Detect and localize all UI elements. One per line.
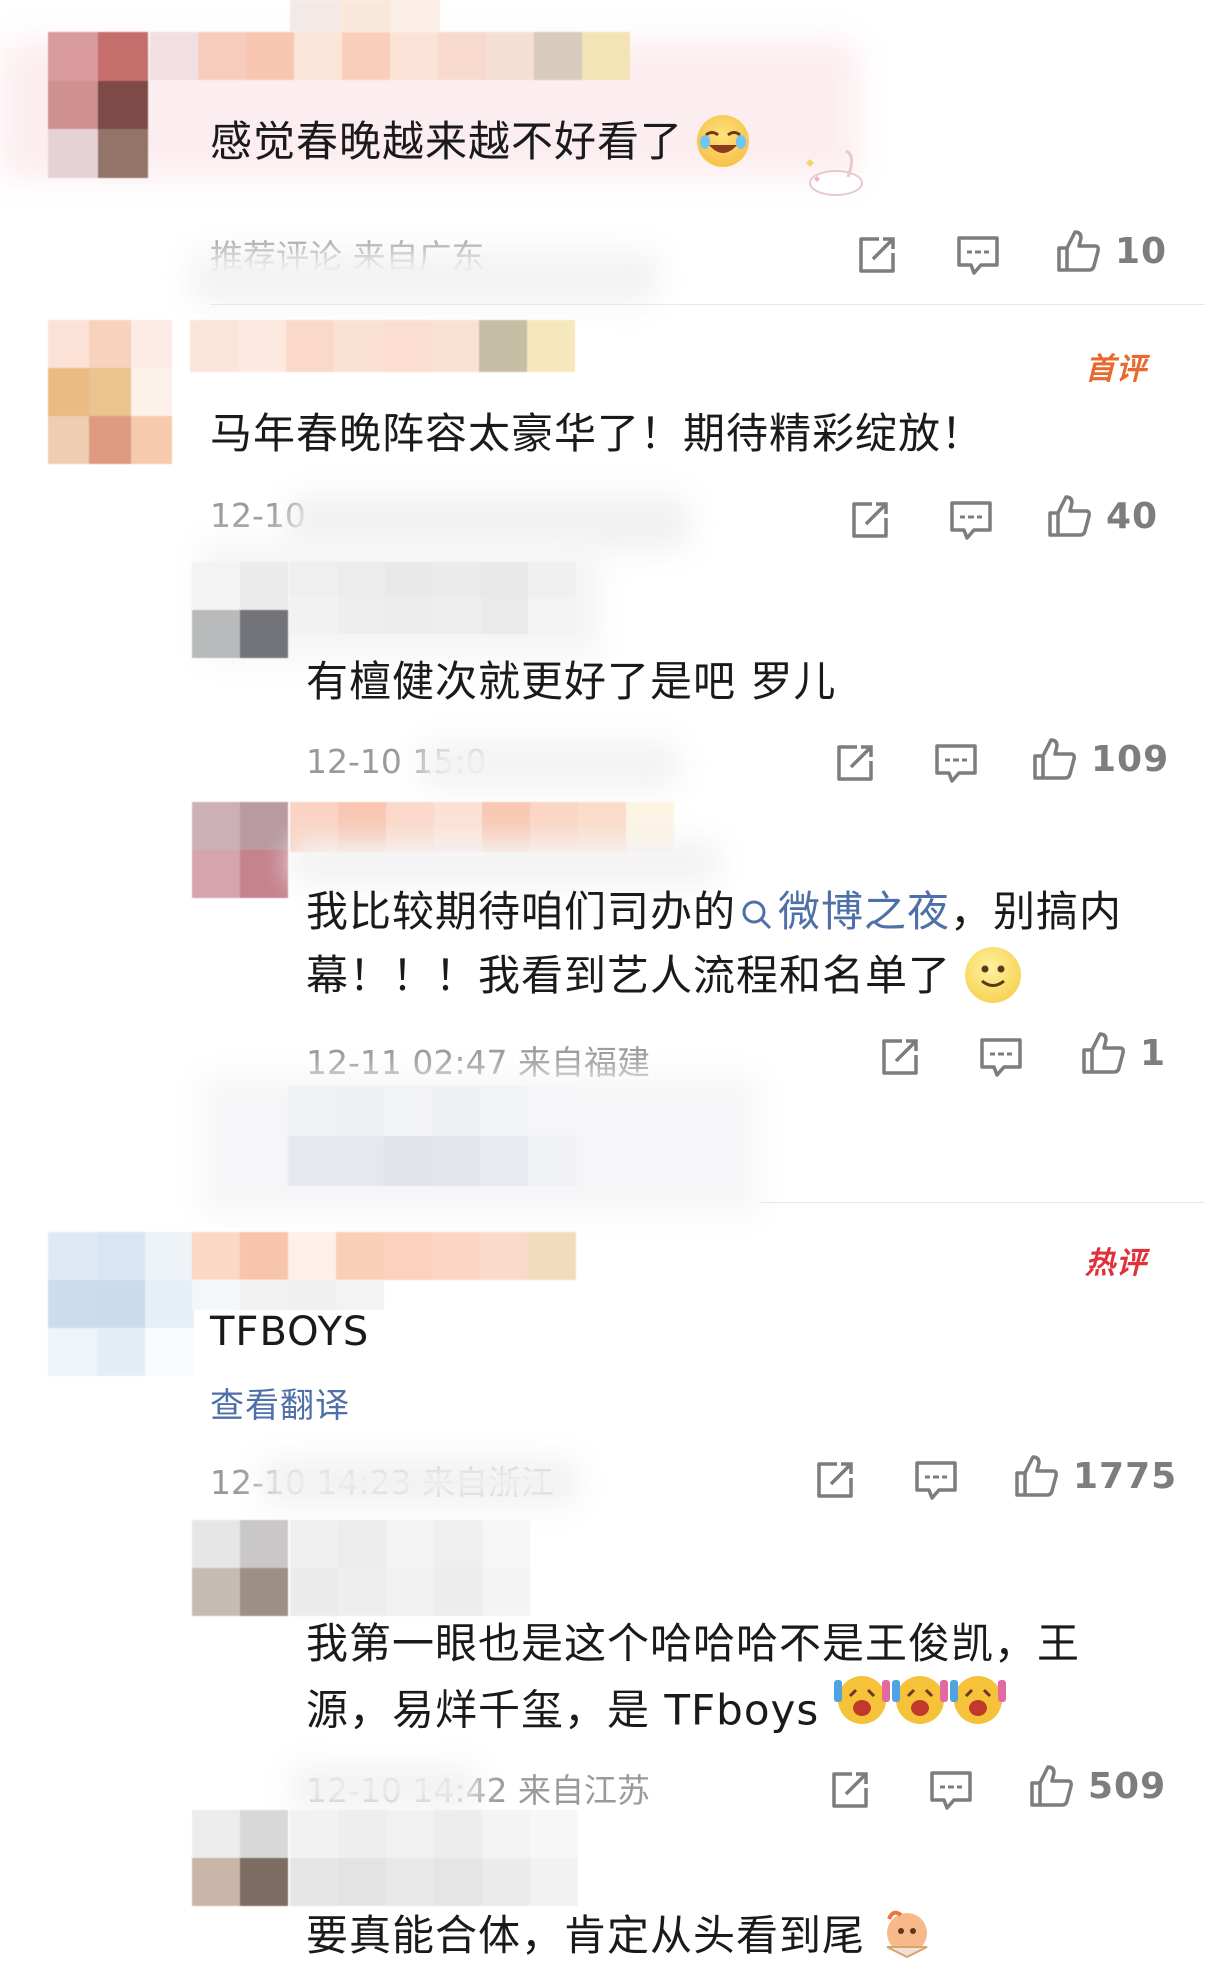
like-icon [1033,738,1076,780]
topic-link[interactable]: 微博之夜 [736,887,950,936]
redacted-username[interactable] [150,32,630,80]
repost-button[interactable] [878,1035,922,1079]
comment-text: TFBOYS [210,1309,370,1355]
redacted-meta-blur [260,1458,580,1506]
like-button[interactable]: 1 [1080,1030,1166,1076]
comment-icon [957,236,999,275]
avatar[interactable] [48,1232,194,1376]
first-comment-badge: 首评 [1085,352,1147,387]
redacted-username-top [290,0,440,32]
like-button[interactable]: 109 [1031,736,1169,782]
comment-button[interactable] [955,233,1001,277]
like-icon [1048,495,1091,537]
comment-button[interactable] [913,1458,959,1502]
like-button[interactable]: 10 [1055,228,1167,274]
redacted-username-blur [290,840,720,885]
smile-emoji [965,946,1022,1003]
redacted-username[interactable] [290,1520,530,1616]
redacted-username[interactable] [290,562,576,634]
search-icon [742,900,772,929]
comment-text: 感觉春晚越来越不好看了 [210,110,750,174]
repost-button[interactable] [855,233,899,277]
reply-text: 我比较期待咱们司办的 微博之夜，别搞内 [306,887,1123,936]
redacted-username[interactable] [290,1810,578,1906]
redacted-meta-blur [290,1765,480,1810]
fan-emoji [879,1907,935,1963]
hot-comment-badge: 热评 [1085,1246,1147,1281]
like-count: 109 [1091,738,1170,780]
like-icon [1015,1455,1058,1497]
like-button[interactable]: 509 [1028,1763,1166,1809]
avatar[interactable] [192,1520,288,1616]
comment-button[interactable] [948,498,994,542]
comment-icon [950,501,992,540]
like-count: 10 [1115,230,1168,272]
comment-icon [930,1771,972,1810]
comment-icon [915,1461,957,1500]
redacted-username[interactable] [190,320,575,372]
repost-icon [852,502,888,538]
like-button[interactable]: 40 [1046,493,1158,539]
like-icon [1057,230,1100,272]
translate-link[interactable]: 查看翻译 [210,1378,350,1427]
repost-icon [882,1039,918,1075]
comment-icon [935,744,977,783]
repost-icon [817,1462,853,1498]
like-icon [1030,1765,1073,1807]
repost-button[interactable] [813,1458,857,1502]
swan-decoration-icon [800,145,870,200]
divider [760,1202,1205,1203]
reply-text-line2: 源，易烊千玺，是 TFboys [306,1676,1008,1750]
reply-text-line2: 幕！！！我看到艺人流程和名单了 [306,944,1022,1008]
redacted-meta-blur [190,250,660,305]
repost-icon [832,1772,868,1808]
avatar[interactable] [48,32,148,178]
avatar[interactable] [192,802,288,898]
repost-button[interactable] [828,1768,872,1812]
like-count: 1775 [1073,1455,1178,1497]
redacted-meta-blur [420,740,680,790]
repost-icon [859,237,895,273]
comment-text: 马年春晚阵容太豪华了！期待精彩绽放！ [210,409,985,458]
like-button[interactable]: 1775 [1013,1453,1177,1499]
like-count: 509 [1088,1765,1167,1807]
like-icon [1082,1032,1125,1074]
excited-emoji [833,1672,1008,1746]
like-count: 40 [1106,495,1159,537]
reply-text: 有檀健次就更好了是吧 罗儿 [306,657,837,706]
reply-text: 要真能合体，肯定从头看到尾 [306,1904,935,1968]
avatar[interactable] [192,1810,288,1906]
like-count: 1 [1140,1032,1167,1074]
comment-icon [980,1038,1022,1077]
comment-button[interactable] [978,1035,1024,1079]
divider [210,304,1205,305]
comment-button[interactable] [928,1768,974,1812]
reply-text: 我第一眼也是这个哈哈哈不是王俊凯，王 [306,1619,1081,1668]
avatar[interactable] [48,320,172,464]
repost-icon [837,745,873,781]
redacted-more-replies[interactable] [288,1086,576,1186]
repost-button[interactable] [833,741,877,785]
laugh-cry-emoji [697,114,750,167]
comment-button[interactable] [933,741,979,785]
redacted-username[interactable] [192,1232,576,1280]
repost-button[interactable] [848,498,892,542]
avatar[interactable] [192,562,288,658]
